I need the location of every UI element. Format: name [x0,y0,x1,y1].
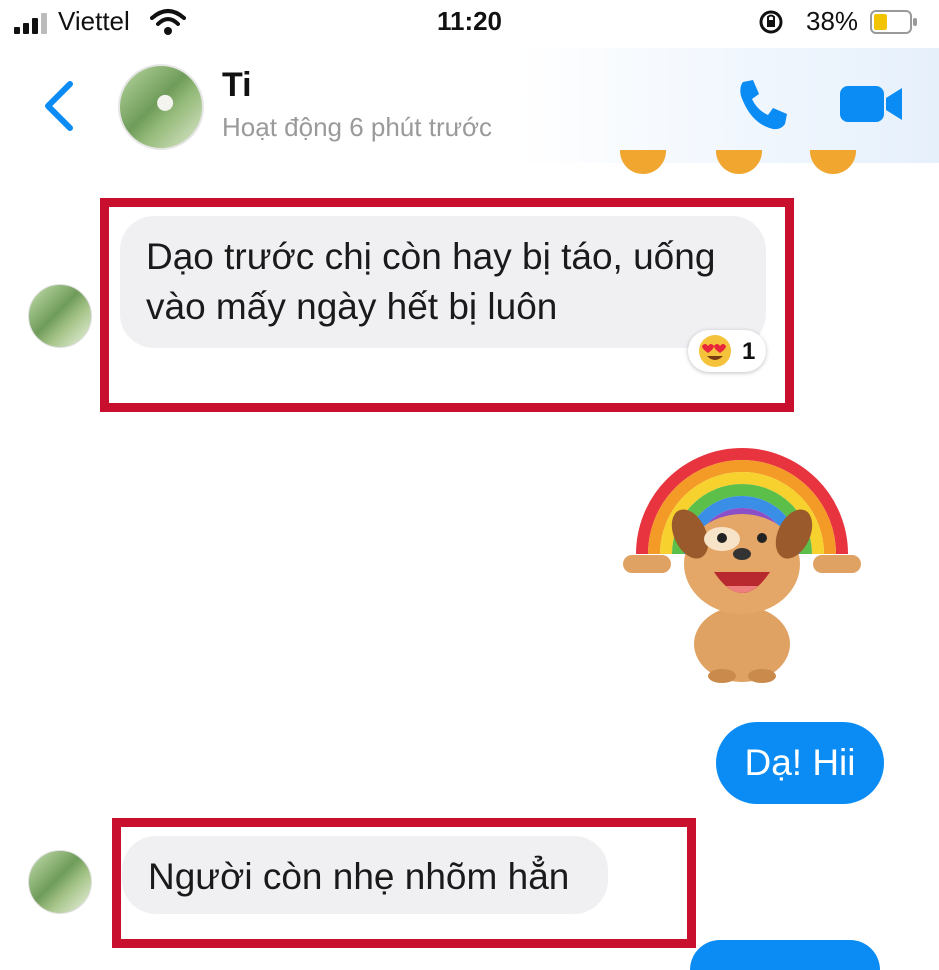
sender-avatar[interactable] [28,284,92,348]
battery-icon [870,10,917,34]
rotation-lock-icon [759,10,783,34]
clock: 11:20 [436,6,503,36]
message-bubble-outgoing[interactable]: Dạ! Hii [716,722,884,804]
contact-name[interactable]: Ti [222,66,252,105]
video-camera-icon[interactable] [838,82,904,126]
phone-icon[interactable] [733,76,791,134]
reaction-count: 1 [742,338,756,365]
battery-percent: 38% [806,6,859,36]
rainbow-dog-sticker[interactable] [622,414,862,684]
message-bubble-incoming[interactable]: Dạo trước chị còn hay bị táo, uống vào m… [120,216,766,348]
contact-activity-status: Hoạt động 6 phút trước [222,112,493,142]
redaction-mark [262,60,522,108]
contact-avatar[interactable] [118,64,204,150]
message-text-line: vào mấy ngày hết bị luôn [146,286,558,327]
message-text-line: Dạo trước chị còn hay bị táo, uống [146,236,716,277]
message-reaction[interactable]: 1 [688,330,766,372]
sender-avatar[interactable] [28,850,92,914]
next-message-peek [690,940,880,970]
status-bar: Viettel 11:20 38% [0,0,939,48]
message-bubble-incoming[interactable]: Người còn nhẹ nhõm hẳn [122,836,608,914]
heart-eyes-emoji-icon [699,335,731,367]
previous-reactions-peek [620,150,890,178]
back-button[interactable] [36,78,80,134]
